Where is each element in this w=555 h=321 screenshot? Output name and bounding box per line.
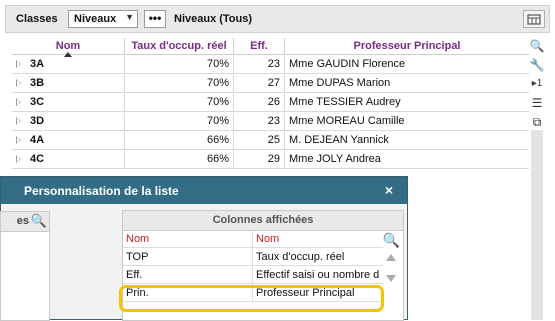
table-row[interactable]: 4A 66% 25 M. DEJEAN Yannick bbox=[12, 132, 529, 150]
move-up-icon[interactable] bbox=[386, 254, 396, 261]
search-icon[interactable]: 🔍 bbox=[529, 38, 545, 54]
search-icon[interactable]: 🔍 bbox=[383, 232, 400, 249]
cell-eff: 27 bbox=[234, 75, 285, 92]
cell-eff: 29 bbox=[234, 151, 285, 168]
column-title: Effectif saisi ou nombre d bbox=[256, 269, 380, 281]
cell-professeur: M. DEJEAN Yannick bbox=[289, 134, 389, 146]
cell-professeur: Mme MOREAU Camille bbox=[289, 115, 405, 127]
cell-nom: 3B bbox=[12, 75, 125, 92]
play-one-icon[interactable]: ▸1 bbox=[529, 76, 545, 92]
column-code: TOP bbox=[126, 251, 149, 263]
cell-nom: 3C bbox=[12, 94, 125, 111]
available-columns-panel: es 🔍 bbox=[0, 211, 50, 321]
column-separator bbox=[252, 266, 253, 283]
table-row[interactable]: 3A 70% 23 Mme GAUDIN Florence bbox=[12, 56, 529, 74]
cell-taux: 66% bbox=[125, 132, 234, 149]
column-separator bbox=[252, 248, 253, 265]
cell-nom: 4C bbox=[12, 151, 125, 168]
cell-eff: 25 bbox=[234, 132, 285, 149]
column-header-taux[interactable]: Taux d'occup. réel bbox=[125, 38, 234, 55]
cell-taux: 66% bbox=[125, 151, 234, 168]
dialog-titlebar[interactable]: Personnalisation de la liste × bbox=[1, 177, 407, 204]
classes-label: Classes bbox=[16, 13, 58, 25]
table-layout-icon bbox=[527, 14, 541, 25]
column-title: Nom bbox=[256, 233, 280, 245]
cell-professeur: Mme TESSIER Audrey bbox=[289, 96, 401, 108]
table-row[interactable]: 3C 70% 26 Mme TESSIER Audrey bbox=[12, 94, 529, 112]
filter-label: Niveaux (Tous) bbox=[174, 13, 253, 25]
cell-nom: 4A bbox=[12, 132, 125, 149]
available-columns-label: es bbox=[16, 215, 29, 227]
search-icon[interactable]: 🔍 bbox=[31, 213, 47, 229]
chevron-down-icon: ▼ bbox=[125, 12, 134, 22]
move-down-icon[interactable] bbox=[386, 275, 396, 282]
column-code: Nom bbox=[126, 233, 150, 245]
dialog-title: Personnalisation de la liste bbox=[24, 184, 179, 198]
cell-professeur: Mme DUPAS Marion bbox=[289, 77, 391, 89]
niveaux-select[interactable]: Niveaux ▼ bbox=[68, 10, 138, 28]
displayed-columns-header: Colonnes affichées bbox=[123, 211, 403, 231]
cell-professeur: Mme GAUDIN Florence bbox=[289, 58, 406, 70]
table-row[interactable]: 3B 70% 27 Mme DUPAS Marion bbox=[12, 75, 529, 93]
list-icon[interactable]: ☰ bbox=[529, 95, 545, 111]
more-options-button[interactable]: ••• bbox=[144, 10, 166, 28]
selection-highlight bbox=[119, 285, 384, 312]
close-icon[interactable]: × bbox=[385, 182, 393, 198]
customize-list-dialog: Personnalisation de la liste × es 🔍 Colo… bbox=[0, 176, 408, 321]
list-item[interactable]: Nom Nom bbox=[123, 230, 383, 248]
toolbar: Classes Niveaux ▼ ••• Niveaux (Tous) bbox=[5, 5, 550, 33]
cell-eff: 23 bbox=[234, 113, 285, 130]
list-item[interactable]: TOP Taux d'occup. réel bbox=[123, 248, 383, 266]
list-item[interactable]: Eff. Effectif saisi ou nombre d bbox=[123, 266, 383, 284]
table-row[interactable]: 4C 66% 29 Mme JOLY Andrea bbox=[12, 151, 529, 169]
niveaux-select-value: Niveaux bbox=[74, 13, 117, 25]
cell-taux: 70% bbox=[125, 56, 234, 73]
column-separator bbox=[252, 230, 253, 247]
copy-icon[interactable]: ⧉ bbox=[529, 114, 545, 130]
cell-eff: 23 bbox=[234, 56, 285, 73]
column-header-professeur[interactable]: Professeur Principal bbox=[285, 38, 529, 55]
grid-scrollbar[interactable] bbox=[531, 130, 543, 320]
cell-professeur: Mme JOLY Andrea bbox=[289, 153, 381, 165]
column-title: Taux d'occup. réel bbox=[256, 251, 345, 263]
column-header-eff[interactable]: Eff. bbox=[234, 38, 285, 55]
cell-taux: 70% bbox=[125, 94, 234, 111]
column-code: Eff. bbox=[126, 269, 143, 281]
cell-eff: 26 bbox=[234, 94, 285, 111]
cell-nom: 3D bbox=[12, 113, 125, 130]
cell-taux: 70% bbox=[125, 75, 234, 92]
cell-nom: 3A bbox=[12, 56, 125, 73]
wrench-icon[interactable]: 🔧 bbox=[529, 57, 545, 73]
layout-toggle-button[interactable] bbox=[523, 10, 545, 28]
cell-taux: 70% bbox=[125, 113, 234, 130]
table-row[interactable]: 3D 70% 23 Mme MOREAU Camille bbox=[12, 113, 529, 131]
available-columns-header: es 🔍 bbox=[1, 212, 49, 232]
